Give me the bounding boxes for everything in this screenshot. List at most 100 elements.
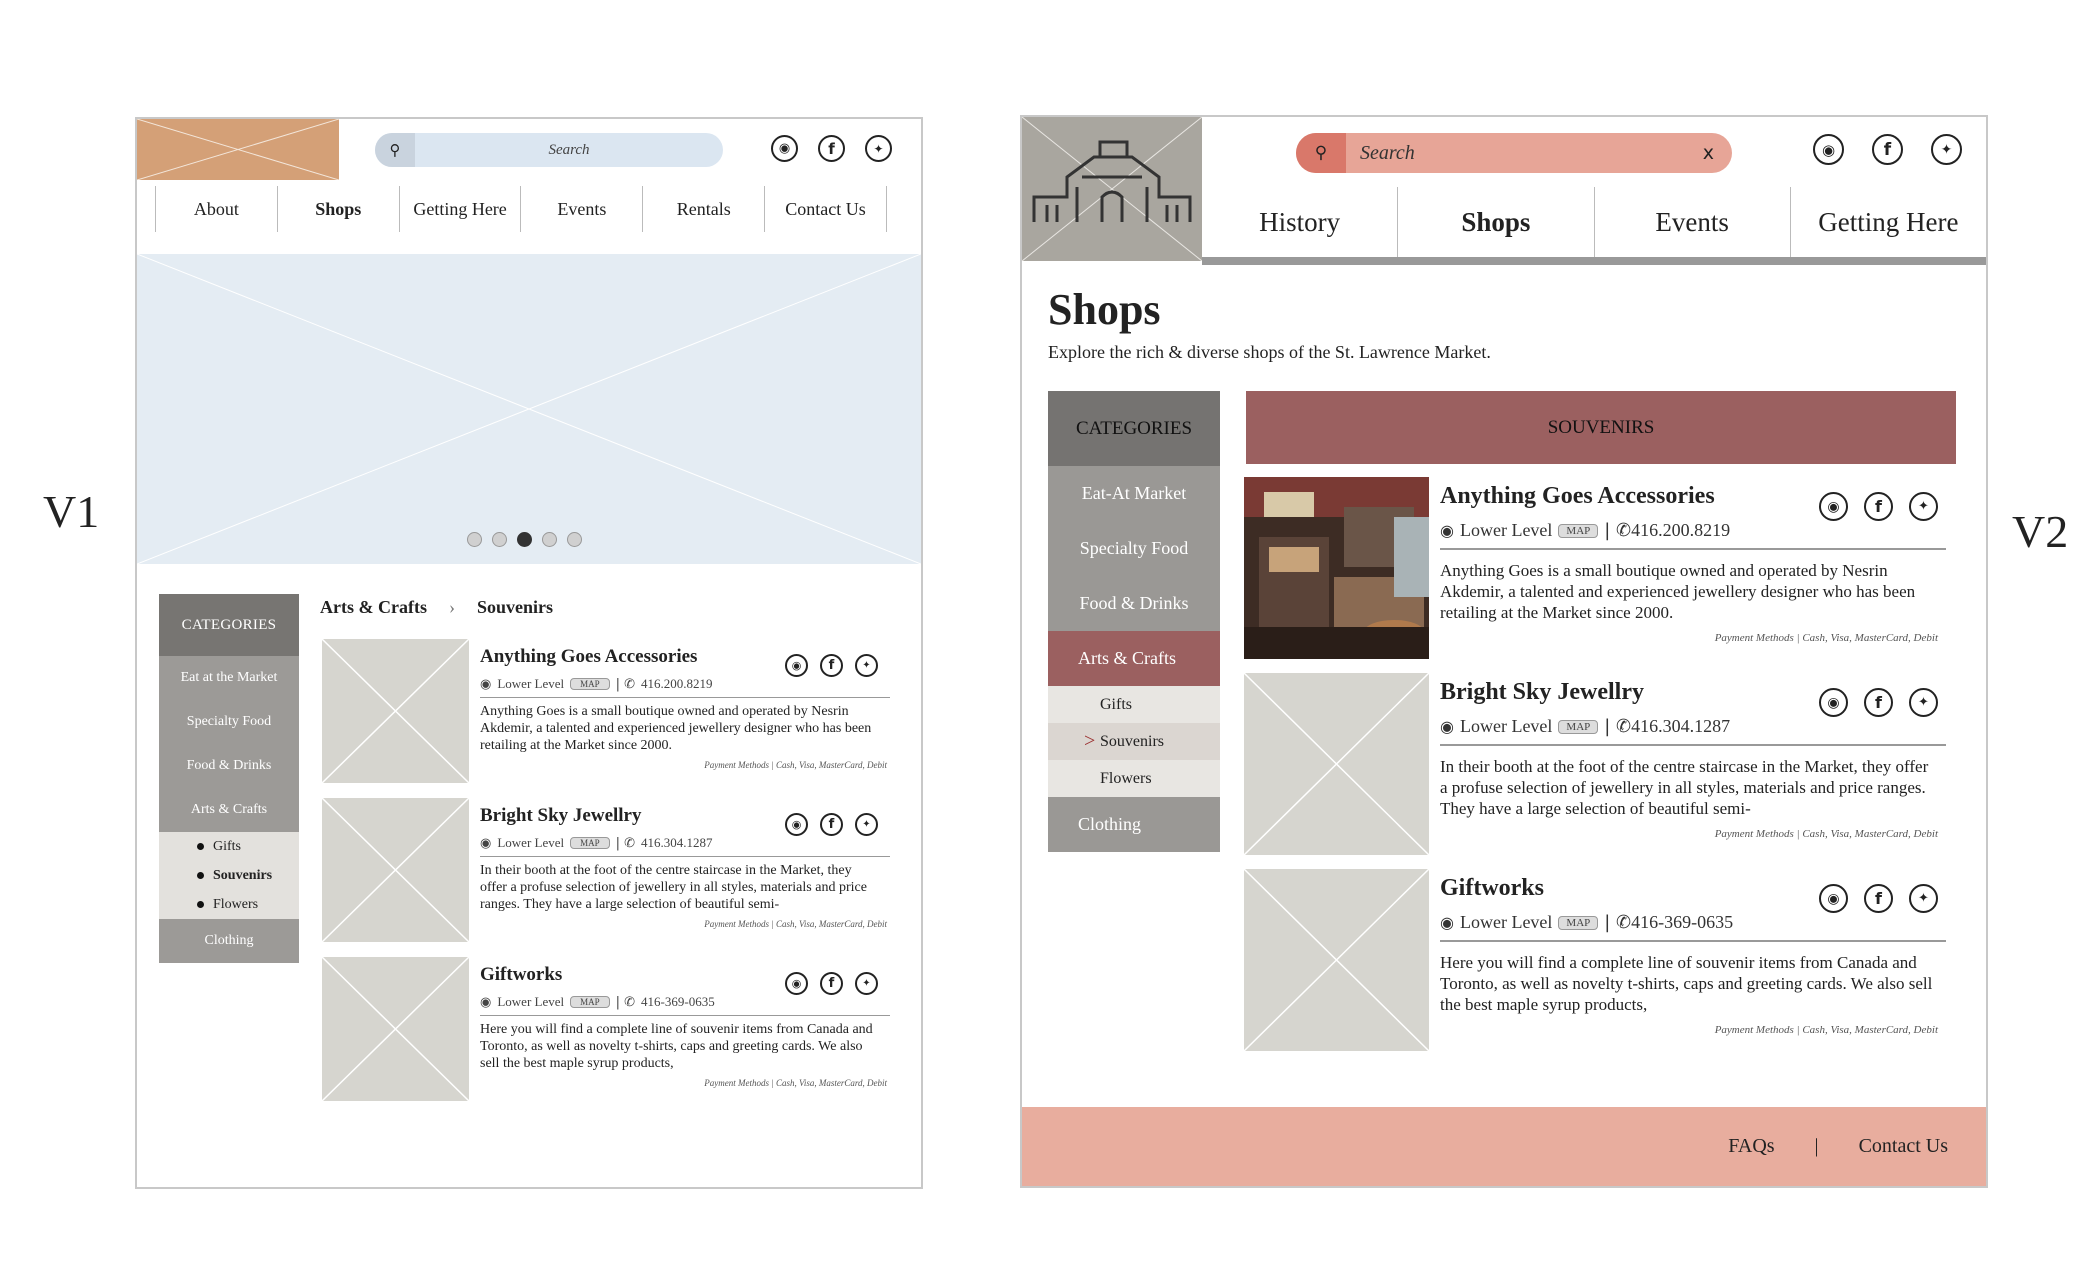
instagram-icon[interactable]: ◉ xyxy=(1819,688,1848,717)
twitter-icon[interactable]: ✦ xyxy=(1909,492,1938,521)
twitter-icon[interactable]: ✦ xyxy=(855,654,878,677)
instagram-icon[interactable]: ◉ xyxy=(1819,884,1848,913)
shop-phone[interactable]: 416.200.8219 xyxy=(641,676,713,692)
v1-nav: About Shops Getting Here Events Rentals … xyxy=(155,186,887,232)
v1-hero-carousel[interactable] xyxy=(137,254,921,564)
instagram-icon[interactable]: ◉ xyxy=(1813,134,1844,165)
facebook-icon[interactable]: f xyxy=(820,813,843,836)
payment-methods: Payment Methods | Cash, Visa, MasterCard… xyxy=(1714,632,1938,644)
shop-phone[interactable]: 416-369-0635 xyxy=(641,994,715,1010)
instagram-icon[interactable]: ◉ xyxy=(1819,492,1848,521)
nav-about[interactable]: About xyxy=(155,186,277,232)
carousel-dot[interactable] xyxy=(542,532,557,547)
shop-phone[interactable]: 416.200.8219 xyxy=(1631,520,1730,541)
payment-methods: Payment Methods | Cash, Visa, MasterCard… xyxy=(704,760,887,770)
map-button[interactable]: MAP xyxy=(570,996,610,1008)
phone-icon: | ✆ xyxy=(615,994,636,1010)
subcategory-gifts[interactable]: Gifts xyxy=(1048,686,1220,723)
shop-name[interactable]: Giftworks xyxy=(1440,875,1544,902)
nav-rentals[interactable]: Rentals xyxy=(642,186,764,232)
category-clothing[interactable]: Clothing xyxy=(159,919,299,963)
category-clothing[interactable]: Clothing xyxy=(1048,797,1220,852)
carousel-dot-active[interactable] xyxy=(517,532,532,547)
payment-methods: Payment Methods | Cash, Visa, MasterCard… xyxy=(1714,1024,1938,1036)
shop-name[interactable]: Giftworks xyxy=(480,964,562,986)
shop-name[interactable]: Anything Goes Accessories xyxy=(1440,483,1715,510)
twitter-icon[interactable]: ✦ xyxy=(855,813,878,836)
facebook-icon[interactable]: f xyxy=(1864,688,1893,717)
shop-phone[interactable]: 416.304.1287 xyxy=(1631,716,1730,737)
instagram-icon[interactable]: ◉ xyxy=(785,972,808,995)
category-eat-at-market[interactable]: Eat at the Market xyxy=(159,656,299,700)
twitter-icon[interactable]: ✦ xyxy=(855,972,878,995)
carousel-dot[interactable] xyxy=(567,532,582,547)
subcategory-souvenirs[interactable]: Souvenirs xyxy=(159,861,299,890)
breadcrumb-parent[interactable]: Arts & Crafts xyxy=(320,597,427,618)
twitter-icon[interactable]: ✦ xyxy=(865,135,892,162)
instagram-icon[interactable]: ◉ xyxy=(785,654,808,677)
location-pin-icon: ◉ xyxy=(1440,521,1454,540)
category-specialty-food[interactable]: Specialty Food xyxy=(159,700,299,744)
search-icon[interactable]: ⚲ xyxy=(375,133,415,167)
facebook-icon[interactable]: f xyxy=(820,654,843,677)
nav-contact-us[interactable]: Contact Us xyxy=(764,186,887,232)
category-arts-crafts[interactable]: Arts & Crafts xyxy=(159,788,299,832)
shop-phone[interactable]: 416.304.1287 xyxy=(641,835,713,851)
v2-logo[interactable] xyxy=(1022,117,1202,261)
shop-name[interactable]: Anything Goes Accessories xyxy=(480,646,697,668)
twitter-icon[interactable]: ✦ xyxy=(1909,688,1938,717)
nav-getting-here[interactable]: Getting Here xyxy=(1789,187,1986,257)
category-food-drinks[interactable]: Food & Drinks xyxy=(159,744,299,788)
footer-faqs-link[interactable]: FAQs xyxy=(1728,1135,1774,1158)
location-pin-icon: ◉ xyxy=(1440,717,1454,736)
shop-meta: ◉ Lower Level MAP | ✆ 416.304.1287 xyxy=(1440,716,1730,737)
nav-events[interactable]: Events xyxy=(1593,187,1790,257)
divider xyxy=(480,697,890,698)
facebook-icon[interactable]: f xyxy=(820,972,843,995)
facebook-icon[interactable]: f xyxy=(1872,134,1903,165)
location-pin-icon: ◉ xyxy=(480,676,492,692)
search-icon[interactable]: ⚲ xyxy=(1296,133,1346,173)
footer-contact-link[interactable]: Contact Us xyxy=(1859,1135,1948,1158)
divider xyxy=(480,1015,890,1016)
nav-getting-here[interactable]: Getting Here xyxy=(398,186,521,232)
shop-location: Lower Level xyxy=(1459,716,1553,736)
close-icon[interactable]: x xyxy=(1703,133,1714,173)
v1-logo[interactable] xyxy=(137,119,339,180)
shop-description: In their booth at the foot of the centre… xyxy=(1440,757,1929,818)
subcategory-souvenirs[interactable]: > Souvenirs xyxy=(1048,723,1220,760)
twitter-icon[interactable]: ✦ xyxy=(1909,884,1938,913)
facebook-icon[interactable]: f xyxy=(1864,884,1893,913)
v1-search-bar[interactable]: ⚲ Search xyxy=(375,133,723,167)
shop-social-icons: ◉ f ✦ xyxy=(785,654,878,677)
nav-events[interactable]: Events xyxy=(520,186,642,232)
facebook-icon[interactable]: f xyxy=(1864,492,1893,521)
shop-name[interactable]: Bright Sky Jewellry xyxy=(1440,679,1644,706)
category-arts-crafts[interactable]: Arts & Crafts xyxy=(1048,631,1220,686)
carousel-dot[interactable] xyxy=(492,532,507,547)
map-button[interactable]: MAP xyxy=(1558,719,1599,734)
carousel-dot[interactable] xyxy=(467,532,482,547)
map-button[interactable]: MAP xyxy=(570,837,610,849)
subcategory-gifts[interactable]: Gifts xyxy=(159,832,299,861)
category-eat-at-market[interactable]: Eat-At Market xyxy=(1048,466,1220,521)
nav-shops[interactable]: Shops xyxy=(1397,187,1593,257)
shop-phone[interactable]: 416-369-0635 xyxy=(1631,912,1733,933)
subcategory-flowers[interactable]: Flowers xyxy=(159,890,299,919)
instagram-icon[interactable]: ◉ xyxy=(771,135,798,162)
nav-history[interactable]: History xyxy=(1202,187,1397,257)
twitter-icon[interactable]: ✦ xyxy=(1931,134,1962,165)
category-specialty-food[interactable]: Specialty Food xyxy=(1048,521,1220,576)
map-button[interactable]: MAP xyxy=(570,678,610,690)
shop-description: Anything Goes is a small boutique owned … xyxy=(1440,561,1916,622)
v2-nav: History Shops Events Getting Here xyxy=(1202,187,1986,257)
facebook-icon[interactable]: f xyxy=(818,135,845,162)
map-button[interactable]: MAP xyxy=(1558,523,1599,538)
instagram-icon[interactable]: ◉ xyxy=(785,813,808,836)
v2-search-bar[interactable]: ⚲ Search x xyxy=(1296,133,1732,173)
map-button[interactable]: MAP xyxy=(1558,915,1599,930)
shop-name[interactable]: Bright Sky Jewellry xyxy=(480,805,642,827)
subcategory-flowers[interactable]: Flowers xyxy=(1048,760,1220,797)
category-food-drinks[interactable]: Food & Drinks xyxy=(1048,576,1220,631)
nav-shops[interactable]: Shops xyxy=(276,186,399,232)
